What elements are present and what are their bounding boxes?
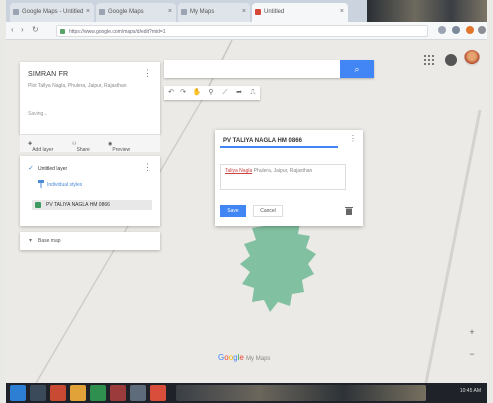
taskbar-app-icon[interactable] <box>110 385 126 401</box>
search-icon: ⌕ <box>354 64 360 74</box>
browser-tab[interactable]: Google Maps - Untitled × <box>10 3 94 22</box>
zoom-controls: + − <box>464 324 480 368</box>
feature-description-field[interactable]: Taliya Nagla Phulera, Jaipur, Rajasthan <box>220 164 346 190</box>
screen: Google Maps - Untitled × Google Maps × M… <box>0 0 493 403</box>
feature-label: PV TALIYA NAGLA HM 0866 <box>46 202 110 208</box>
extension-icon[interactable] <box>452 26 460 34</box>
save-button[interactable]: Save <box>220 205 246 217</box>
map-title[interactable]: SIMRAN FR <box>28 71 68 78</box>
taskbar-app-icon[interactable] <box>50 385 66 401</box>
taskbar-clock: 10:45 AM <box>459 388 481 394</box>
browser-tab-active[interactable]: Untitled × <box>252 3 348 22</box>
feature-edit-popup: PV TALIYA NAGLA HM 0866 ⋮ Taliya Nagla P… <box>215 130 363 226</box>
hand-icon[interactable]: ✋ <box>192 88 202 98</box>
tab-favicon-icon <box>99 9 105 15</box>
notifications-icon[interactable] <box>445 54 457 66</box>
browser-tab-bar: Google Maps - Untitled × Google Maps × M… <box>6 0 487 22</box>
browser-menu-icon[interactable] <box>478 26 486 34</box>
directions-icon[interactable]: ➦ <box>234 88 244 98</box>
os-taskbar: 10:45 AM <box>6 383 487 403</box>
url-field[interactable]: https://www.google.com/maps/d/edit?mid=1 <box>56 25 428 37</box>
description-link[interactable]: Taliya Nagla <box>225 168 252 174</box>
add-layer-label: Add layer <box>32 147 54 153</box>
preview-button[interactable]: ◉ Preview <box>108 141 130 153</box>
map-description[interactable]: Plot Tallya Nagla, Phulera, Jaipur, Raja… <box>28 83 146 90</box>
polygon-icon <box>35 202 41 208</box>
close-tab-icon[interactable]: × <box>242 8 246 15</box>
paint-roller-icon <box>38 180 44 188</box>
draw-line-icon[interactable]: ⟋ <box>220 88 230 98</box>
base-map-card[interactable]: ▾ Base map <box>20 232 160 250</box>
browser-tab[interactable]: Google Maps × <box>96 3 176 22</box>
forward-icon[interactable]: › <box>21 25 24 34</box>
base-map-label: Base map <box>38 238 61 244</box>
chrome-icon[interactable] <box>150 385 166 401</box>
start-icon[interactable] <box>10 385 26 401</box>
redo-icon[interactable]: ↷ <box>178 88 188 98</box>
tab-favicon-icon <box>181 9 187 15</box>
share-button[interactable]: ⚇ Share <box>72 141 90 153</box>
close-tab-icon[interactable]: × <box>86 8 90 15</box>
avatar[interactable] <box>464 50 480 66</box>
zoom-out-button[interactable]: − <box>464 346 480 362</box>
desktop-background-strip <box>367 0 487 22</box>
layer-name[interactable]: Untitled layer <box>38 166 67 172</box>
layer-style-link[interactable]: Individual styles <box>47 182 82 188</box>
close-tab-icon[interactable]: × <box>168 8 172 15</box>
map-info-card: SIMRAN FR Plot Tallya Nagla, Phulera, Ja… <box>20 62 160 134</box>
add-layer-button[interactable]: ✚ Add layer <box>28 141 53 153</box>
minus-icon: − <box>469 349 475 359</box>
bookmark-star-icon[interactable] <box>438 26 446 34</box>
save-status: Saving... <box>28 111 48 117</box>
taskbar-app-icon[interactable] <box>90 385 106 401</box>
taskbar-background <box>176 385 426 401</box>
tab-title: My Maps <box>190 9 215 15</box>
chevron-down-icon: ▾ <box>29 238 33 244</box>
taskbar-app-icon[interactable] <box>130 385 146 401</box>
feature-title-text: PV TALIYA NAGLA HM 0866 <box>223 138 302 144</box>
lock-icon <box>60 29 65 34</box>
reload-icon[interactable]: ↻ <box>32 25 39 34</box>
apps-grid-icon[interactable] <box>424 55 434 65</box>
extension-icon[interactable] <box>466 26 474 34</box>
zoom-in-button[interactable]: + <box>464 324 480 340</box>
feature-description-text: Taliya Nagla Phulera, Jaipur, Rajasthan <box>225 168 312 175</box>
address-bar: ‹ › ↻ https://www.google.com/maps/d/edit… <box>6 22 487 40</box>
more-options-icon[interactable]: ⋮ <box>143 68 152 79</box>
layer-options-icon[interactable]: ⋮ <box>143 162 152 173</box>
map-actions-bar: ✚ Add layer ⚇ Share ◉ Preview <box>20 134 160 153</box>
popup-more-icon[interactable]: ⋮ <box>349 134 357 143</box>
plus-icon: + <box>469 327 475 337</box>
marker-icon[interactable]: ⚲ <box>206 88 216 98</box>
cancel-button[interactable]: Cancel <box>253 205 283 217</box>
tab-favicon-icon <box>255 9 261 15</box>
search-button[interactable]: ⌕ <box>340 60 374 78</box>
tab-title: Untitled <box>264 9 285 15</box>
ruler-icon[interactable]: ⎍ <box>248 88 258 98</box>
trash-icon[interactable] <box>345 206 353 215</box>
browser-tab[interactable]: My Maps × <box>178 3 250 22</box>
undo-icon[interactable]: ↶ <box>166 88 176 98</box>
close-tab-icon[interactable]: × <box>340 8 344 15</box>
taskbar-app-icon[interactable] <box>70 385 86 401</box>
layer-feature-item[interactable]: PV TALIYA NAGLA HM 0866 <box>32 200 152 210</box>
url-text: https://www.google.com/maps/d/edit?mid=1 <box>69 29 166 35</box>
map-toolbar: ↶ ↷ ✋ ⚲ ⟋ ➦ ⎍ <box>164 86 260 100</box>
tab-favicon-icon <box>13 9 19 15</box>
layer-checkbox[interactable]: ✓ <box>28 165 35 172</box>
tab-title: Google Maps - Untitled <box>22 9 84 15</box>
back-icon[interactable]: ‹ <box>11 25 14 34</box>
tab-title: Google Maps <box>108 9 144 15</box>
layer-card: ✓ Untitled layer ⋮ Individual styles PV … <box>20 156 160 226</box>
preview-label: Preview <box>112 147 131 153</box>
share-label: Share <box>76 147 90 153</box>
description-rest: Phulera, Jaipur, Rajasthan <box>253 168 313 174</box>
taskbar-app-icon[interactable] <box>30 385 46 401</box>
feature-title-field[interactable]: PV TALIYA NAGLA HM 0866 <box>220 136 338 148</box>
google-my-maps-logo: Google My Maps <box>218 353 271 362</box>
